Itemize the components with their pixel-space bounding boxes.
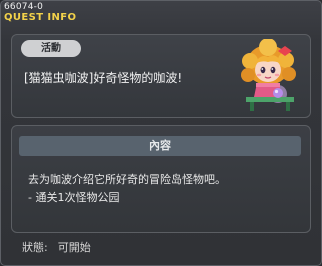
title-bar[interactable]: 66074-0 QUEST INFO (1, 1, 321, 27)
status-value: 可開始 (57, 241, 91, 254)
quest-summary-panel: 活動 [猫猫虫咖波]好奇怪物的咖波! (11, 34, 311, 118)
quest-objective: - 通关1次怪物公园 (28, 191, 120, 204)
window-title: QUEST INFO (4, 12, 77, 23)
quest-status: 狀態: 可開始 (22, 239, 101, 255)
quest-category-badge: 活動 (21, 40, 81, 57)
quest-description: 去为咖波介绍它所好奇的冒险岛怪物吧。 (28, 173, 226, 186)
quest-info-window: 66074-0 QUEST INFO 活動 [猫猫虫咖波]好奇怪物的咖波! 內容… (0, 0, 322, 266)
quest-id: 66074-0 (4, 2, 44, 12)
npc-portrait-icon (241, 39, 296, 111)
status-label: 狀態: (22, 241, 48, 254)
quest-details-panel: 內容 去为咖波介绍它所好奇的冒险岛怪物吧。 - 通关1次怪物公园 (11, 125, 311, 233)
quest-name: [猫猫虫咖波]好奇怪物的咖波! (24, 71, 183, 85)
details-header: 內容 (19, 136, 301, 156)
